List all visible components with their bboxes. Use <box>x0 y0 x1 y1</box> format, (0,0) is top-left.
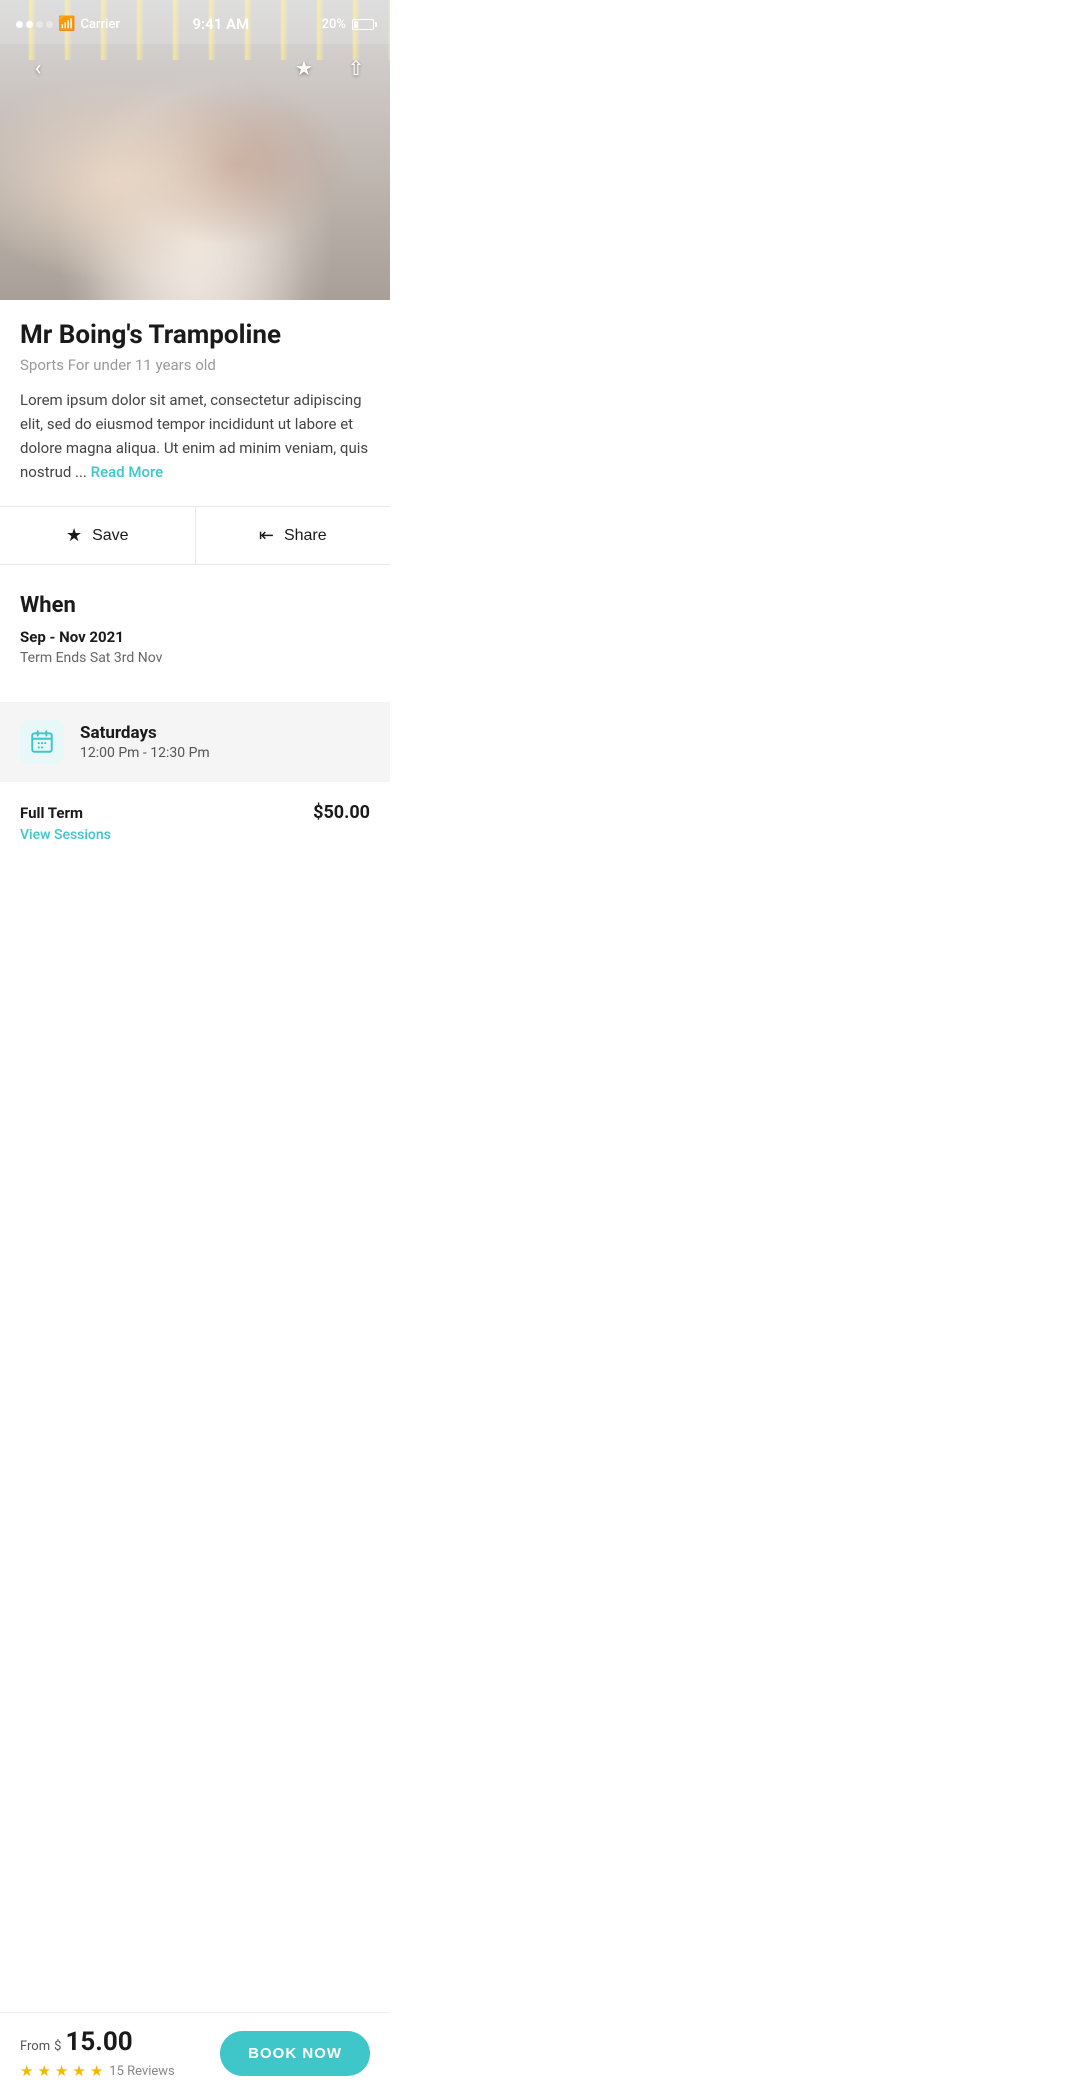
schedule-info: Saturdays 12:00 Pm - 12:30 Pm <box>80 723 210 761</box>
stars-row: ★ ★ ★ ★ ★ 15 Reviews <box>20 2062 175 2080</box>
signal-dot-3 <box>36 21 43 28</box>
wifi-icon: 📶 <box>58 16 75 32</box>
description-section: Lorem ipsum dolor sit amet, consectetur … <box>0 374 390 484</box>
description-text: Lorem ipsum dolor sit amet, consectetur … <box>20 391 368 481</box>
signal-dot-1 <box>16 21 23 28</box>
carrier-label: Carrier <box>80 17 120 32</box>
signal-dot-2 <box>26 21 33 28</box>
share-header-button[interactable]: ⇧ <box>338 50 374 86</box>
when-heading: When <box>20 593 370 618</box>
share-label: Share <box>284 527 327 545</box>
nav-actions: ★ ⇧ <box>286 50 374 86</box>
back-icon: ‹ <box>35 56 42 81</box>
price-value: 15.00 <box>65 2027 132 2057</box>
from-text: From <box>20 2039 50 2054</box>
battery-percent: 20% <box>322 17 346 32</box>
bookmark-button[interactable]: ★ <box>286 50 322 86</box>
read-more-button[interactable]: Read More <box>91 463 164 481</box>
share-icon: ⇧ <box>348 56 365 80</box>
action-row: ★ Save ⇤ Share <box>0 506 390 565</box>
back-button[interactable]: ‹ <box>20 50 56 86</box>
status-left: 📶 Carrier <box>16 16 120 32</box>
share-action-icon: ⇤ <box>259 525 274 546</box>
activity-title: Mr Boing's Trampoline <box>20 320 370 351</box>
signal-indicator <box>16 21 53 28</box>
view-sessions-link[interactable]: View Sessions <box>0 827 390 859</box>
star-1: ★ <box>20 2062 33 2080</box>
pricing-row: Full Term $50.00 <box>0 782 390 827</box>
reviews-count: 15 Reviews <box>109 2064 175 2079</box>
battery-icon <box>352 19 374 30</box>
save-star-icon: ★ <box>66 525 82 546</box>
bottom-spacer <box>0 859 390 949</box>
content-area: Mr Boing's Trampoline Sports For under 1… <box>0 300 390 949</box>
pricing-amount: $50.00 <box>313 802 370 823</box>
star-3: ★ <box>55 2062 68 2080</box>
status-bar: 📶 Carrier 9:41 AM 20% <box>0 0 390 44</box>
signal-dot-4 <box>46 21 53 28</box>
hero-image: ‹ ★ ⇧ <box>0 0 390 300</box>
clock: 9:41 AM <box>192 15 249 33</box>
title-section: Mr Boing's Trampoline Sports For under 1… <box>0 300 390 374</box>
date-range: Sep - Nov 2021 <box>20 628 370 646</box>
star-icon: ★ <box>295 56 313 80</box>
save-button[interactable]: ★ Save <box>0 507 196 564</box>
calendar-icon-container <box>20 720 64 764</box>
star-5: ★ <box>90 2062 103 2080</box>
book-now-button[interactable]: BOOK NOW <box>220 2031 370 2076</box>
calendar-icon <box>29 729 55 755</box>
schedule-card: Saturdays 12:00 Pm - 12:30 Pm <box>0 702 390 782</box>
star-2: ★ <box>37 2062 50 2080</box>
from-price-section: From $ 15.00 ★ ★ ★ ★ ★ 15 Reviews <box>20 2027 175 2080</box>
currency-symbol: $ <box>54 2039 61 2054</box>
schedule-time: 12:00 Pm - 12:30 Pm <box>80 745 210 761</box>
term-ends: Term Ends Sat 3rd Nov <box>20 650 370 666</box>
bottom-bar: From $ 15.00 ★ ★ ★ ★ ★ 15 Reviews BOOK N… <box>0 2012 390 2100</box>
pricing-label: Full Term <box>20 804 83 822</box>
price-label: From $ 15.00 <box>20 2027 175 2057</box>
share-button[interactable]: ⇤ Share <box>196 507 391 564</box>
status-right: 20% <box>322 17 374 32</box>
when-section: When Sep - Nov 2021 Term Ends Sat 3rd No… <box>0 565 390 686</box>
save-label: Save <box>92 527 128 545</box>
star-4: ★ <box>72 2062 85 2080</box>
activity-subtitle: Sports For under 11 years old <box>20 356 370 374</box>
schedule-day: Saturdays <box>80 723 210 743</box>
